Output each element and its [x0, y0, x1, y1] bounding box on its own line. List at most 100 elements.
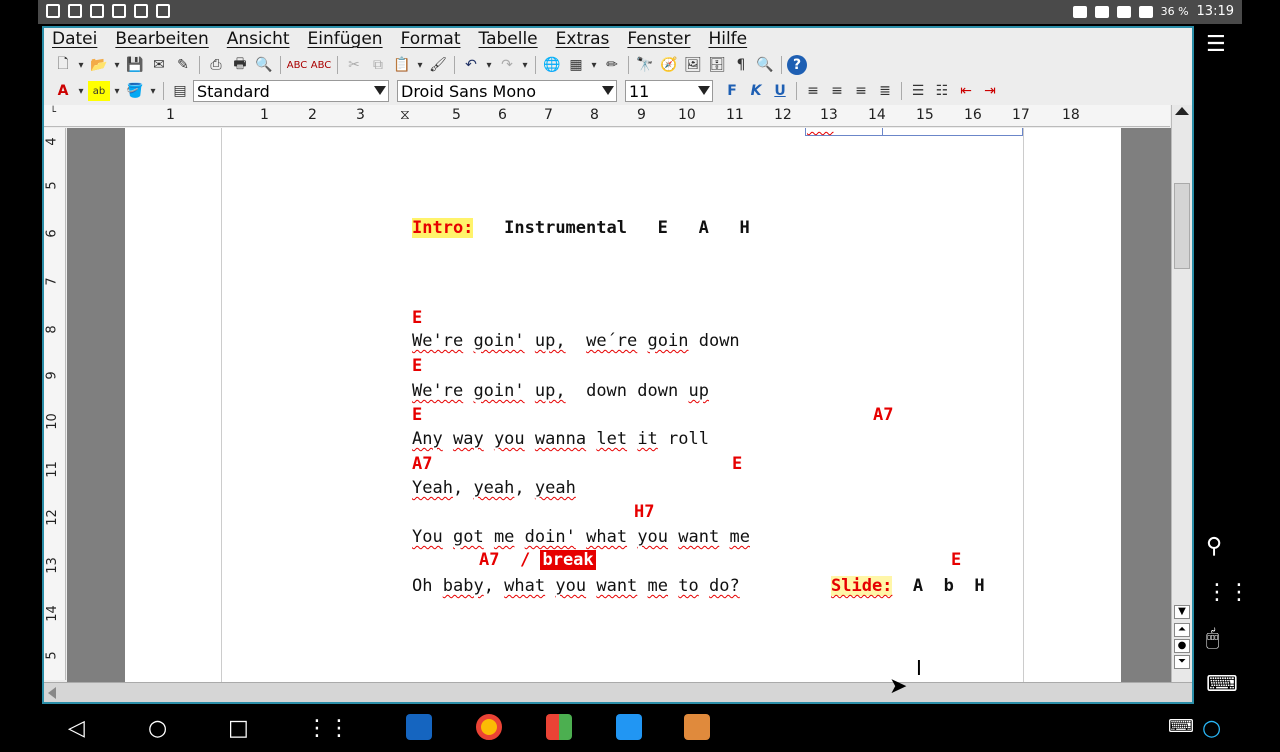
app-drawer-icon[interactable]: ⋮⋮	[306, 716, 350, 741]
chevron-down-icon[interactable]	[602, 86, 614, 95]
vertical-scrollbar[interactable]: ▼ ⏶ ● ⏷	[1171, 105, 1192, 682]
search-icon[interactable]: ⚲	[1206, 534, 1222, 559]
keyboard-icon[interactable]: ⌨	[1168, 716, 1194, 737]
menu-einfuegen[interactable]: Einfügen	[308, 28, 383, 52]
menu-extras[interactable]: Extras	[556, 28, 610, 52]
scroll-left-icon[interactable]	[48, 687, 56, 699]
menu-icon[interactable]: ☰	[1206, 32, 1226, 57]
vertical-ruler[interactable]: 4 5 6 7 8 9 10 11 12 13 14 5	[44, 128, 66, 680]
draw-icon[interactable]: ✏	[601, 55, 623, 75]
export-pdf-icon[interactable]: ⎙	[205, 55, 227, 75]
office-app-icon[interactable]	[546, 714, 572, 740]
bullets-icon[interactable]: ☷	[931, 81, 953, 101]
dropdown-icon[interactable]: ▾	[76, 81, 86, 101]
background-color-icon[interactable]: 🪣	[124, 81, 146, 101]
navigator-icon[interactable]: 🧭	[658, 55, 680, 75]
menu-hilfe[interactable]: Hilfe	[708, 28, 747, 52]
chevron-down-icon[interactable]	[374, 86, 386, 95]
dropdown-icon[interactable]: ▾	[484, 55, 494, 75]
files-app-icon[interactable]	[616, 714, 642, 740]
mail-icon[interactable]: ✉	[148, 55, 170, 75]
next-page-icon[interactable]: ⏷	[1174, 655, 1190, 669]
back-icon[interactable]: ◁	[68, 716, 85, 741]
scroll-up-icon[interactable]	[1175, 107, 1189, 115]
bold-icon[interactable]: F	[721, 81, 743, 101]
horizontal-scrollbar[interactable]	[44, 682, 1192, 702]
align-right-icon[interactable]: ≡	[850, 81, 872, 101]
new-document-icon[interactable]: 🗋	[52, 55, 74, 75]
dropdown-icon[interactable]: ▾	[76, 55, 86, 75]
dropdown-icon[interactable]: ▾	[112, 81, 122, 101]
horizontal-ruler[interactable]: └ 1 1 2 3 ⧖ 5 6 7 8 9 10 11 12 13 14 15 …	[44, 105, 1170, 127]
numbering-icon[interactable]: ☰	[907, 81, 929, 101]
menu-tabelle[interactable]: Tabelle	[479, 28, 538, 52]
menu-datei[interactable]: Datei	[52, 28, 97, 52]
clone-format-icon[interactable]: 🖌	[427, 55, 449, 75]
chrome-icon[interactable]	[476, 714, 502, 740]
copy-icon[interactable]: ⧉	[367, 55, 389, 75]
formatting-marks-icon[interactable]: ¶	[730, 55, 752, 75]
recents-icon[interactable]: □	[228, 716, 249, 741]
decrease-indent-icon[interactable]: ⇤	[955, 81, 977, 101]
print-preview-icon[interactable]: 🔍	[253, 55, 275, 75]
dialpad-icon[interactable]: ⋮⋮	[1206, 580, 1250, 605]
gallery-icon[interactable]: 🖼	[682, 55, 704, 75]
keyboard-icon[interactable]: ⌨	[1206, 672, 1238, 697]
help-icon[interactable]: ?	[787, 55, 807, 75]
dropdown-icon[interactable]: ▾	[589, 55, 599, 75]
zoom-icon[interactable]: 🔍	[754, 55, 776, 75]
email-app-icon[interactable]	[406, 714, 432, 740]
navigation-icon[interactable]: ●	[1174, 639, 1190, 653]
italic-icon[interactable]: K	[745, 81, 767, 101]
menu-format[interactable]: Format	[401, 28, 461, 52]
menu-ansicht[interactable]: Ansicht	[227, 28, 290, 52]
paragraph-style-select[interactable]: Standard	[193, 80, 389, 102]
lyric-word: what	[586, 527, 628, 547]
undo-icon[interactable]: ↶	[460, 55, 482, 75]
table-icon[interactable]: ▦	[565, 55, 587, 75]
dropdown-icon[interactable]: ▾	[148, 81, 158, 101]
chevron-down-icon[interactable]	[698, 86, 710, 95]
dropdown-icon[interactable]: ▾	[520, 55, 530, 75]
styles-icon[interactable]: ▤	[169, 81, 191, 101]
tab-type-icon[interactable]: └	[50, 107, 56, 118]
open-folder-icon[interactable]: 📂	[88, 55, 110, 75]
increase-indent-icon[interactable]: ⇥	[979, 81, 1001, 101]
redo-icon[interactable]: ↷	[496, 55, 518, 75]
spellcheck-icon[interactable]: ABC	[286, 55, 308, 75]
scroll-down-icon[interactable]: ▼	[1174, 605, 1190, 619]
slide-label: Slide:	[831, 576, 893, 596]
page[interactable]: xxxx Intro: Instrumental E A H E We're g…	[125, 128, 1121, 682]
font-color-icon[interactable]: A	[52, 81, 74, 101]
indent-marker-icon[interactable]: ⧖	[400, 107, 410, 123]
font-name-select[interactable]: Droid Sans Mono	[397, 80, 617, 102]
highlight-icon[interactable]: ab	[88, 81, 110, 101]
justify-icon[interactable]: ≣	[874, 81, 896, 101]
data-sources-icon[interactable]: 🗄	[706, 55, 728, 75]
align-center-icon[interactable]: ≡	[826, 81, 848, 101]
mouse-icon[interactable]: 🖱	[1206, 626, 1219, 651]
previous-page-icon[interactable]: ⏶	[1174, 623, 1190, 637]
dropdown-icon[interactable]: ▾	[415, 55, 425, 75]
gallery-app-icon[interactable]	[684, 714, 710, 740]
find-replace-icon[interactable]: 🔭	[634, 55, 656, 75]
paste-icon[interactable]: 📋	[391, 55, 413, 75]
save-icon[interactable]: 💾	[124, 55, 146, 75]
menu-bearbeiten[interactable]: Bearbeiten	[115, 28, 208, 52]
document-canvas[interactable]: xxxx Intro: Instrumental E A H E We're g…	[67, 128, 1171, 682]
edit-icon[interactable]: ✎	[172, 55, 194, 75]
battery-icon	[1138, 5, 1153, 18]
autospellcheck-icon[interactable]: ABC	[310, 55, 332, 75]
align-left-icon[interactable]: ≡	[802, 81, 824, 101]
underline-icon[interactable]: U	[769, 81, 791, 101]
home-icon[interactable]: ○	[148, 716, 167, 741]
separator	[280, 56, 281, 74]
font-size-select[interactable]: 11	[625, 80, 713, 102]
menu-fenster[interactable]: Fenster	[627, 28, 690, 52]
assistant-icon[interactable]: ○	[1202, 716, 1221, 741]
cut-icon[interactable]: ✂	[343, 55, 365, 75]
print-icon[interactable]: 🖶	[229, 55, 251, 75]
dropdown-icon[interactable]: ▾	[112, 55, 122, 75]
hyperlink-icon[interactable]: 🌐	[541, 55, 563, 75]
scroll-thumb[interactable]	[1174, 183, 1190, 269]
